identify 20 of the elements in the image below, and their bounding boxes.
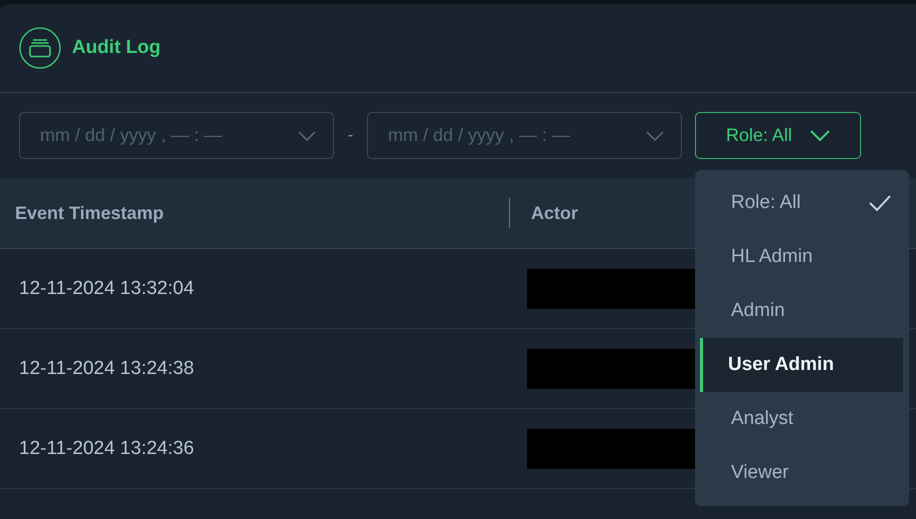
role-option[interactable]: Role: All bbox=[700, 176, 903, 230]
archive-icon bbox=[19, 27, 61, 69]
table-cell-text: 12-11-2024 13:32:04 bbox=[18, 278, 196, 300]
end-date-field[interactable]: mm / dd / yyyy , — : — bbox=[367, 112, 682, 159]
table-cell-text: 12-11-2024 13:24:38 bbox=[18, 358, 196, 380]
chevron-down-icon bbox=[810, 130, 830, 141]
column-header: Actor bbox=[509, 198, 578, 228]
role-dropdown[interactable]: Role: All bbox=[695, 112, 861, 159]
table-cell-text: 12-11-2024 13:24:36 bbox=[18, 438, 196, 460]
chevron-down-icon bbox=[298, 131, 316, 141]
role-option[interactable]: Viewer bbox=[700, 446, 903, 500]
range-separator: - bbox=[346, 126, 354, 144]
start-date-field[interactable]: mm / dd / yyyy , — : — bbox=[19, 112, 334, 159]
role-option[interactable]: HL Admin bbox=[700, 230, 903, 284]
page-title: Audit Log bbox=[72, 37, 161, 59]
role-option[interactable]: Analyst bbox=[700, 392, 903, 446]
column-header: Event Timestamp bbox=[14, 202, 165, 224]
chevron-down-icon bbox=[646, 131, 664, 141]
role-option[interactable]: User Admin bbox=[700, 338, 903, 392]
role-option[interactable]: Admin bbox=[700, 284, 903, 338]
